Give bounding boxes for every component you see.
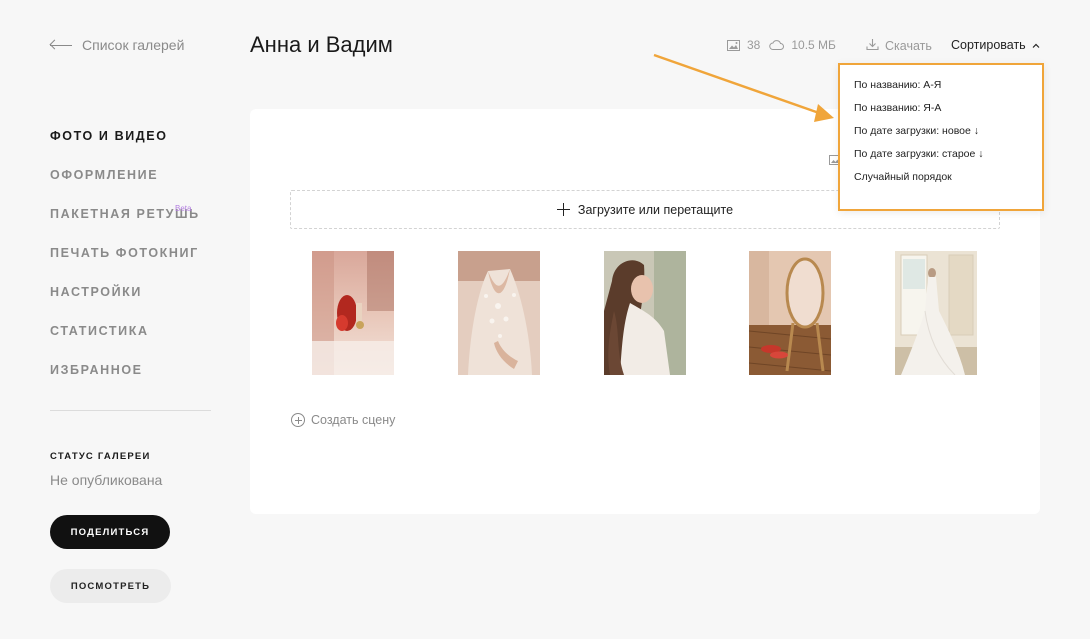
sidebar-item-label: НАСТРОЙКИ [50,285,142,299]
sort-option-random[interactable]: Случайный порядок [854,170,1042,193]
back-to-galleries-link[interactable]: Список галерей [50,37,184,53]
sort-option-date-oldest[interactable]: По дате загрузки: старое ↓ [854,147,1042,170]
photo-thumbnail[interactable] [604,251,686,375]
view-button[interactable]: ПОСМОТРЕТЬ [50,569,171,603]
download-label: Скачать [885,39,932,53]
share-button[interactable]: ПОДЕЛИТЬСЯ [50,515,170,549]
plus-icon [556,203,570,216]
create-scene-label: Создать сцену [311,413,396,427]
beta-badge: Beta [175,204,192,213]
photo-thumbnail[interactable] [895,251,977,375]
sidebar-item-label: СТАТИСТИКА [50,324,149,338]
sidebar-item-label: ОФОРМЛЕНИЕ [50,168,159,182]
sidebar-item-design[interactable]: ОФОРМЛЕНИЕ [50,168,220,207]
sidebar-item-batch-retouch[interactable]: ПАКЕТНАЯ РЕТУШЬ Beta [50,204,220,246]
download-icon [866,38,879,54]
gallery-status-label: СТАТУС ГАЛЕРЕИ [50,451,151,462]
image-icon [727,39,740,51]
sort-option-date-newest[interactable]: По дате загрузки: новое ↓ [854,124,1042,147]
sidebar-item-favorites[interactable]: ИЗБРАННОЕ [50,363,220,402]
gallery-size: 10.5 МБ [791,38,836,52]
create-scene-button[interactable]: Создать сцену [291,413,395,427]
sidebar-divider [50,410,211,411]
sidebar-item-statistics[interactable]: СТАТИСТИКА [50,324,220,363]
sort-label: Сортировать [951,38,1026,52]
photo-bride-window [895,251,977,375]
chevron-up-icon [1032,38,1040,52]
photo-thumbnail[interactable] [312,251,394,375]
photo-bride-portrait [604,251,686,375]
gallery-status-value: Не опубликована [50,472,163,488]
sidebar-item-settings[interactable]: НАСТРОЙКИ [50,285,220,324]
sidebar-item-photos-videos[interactable]: ФОТО И ВИДЕО [50,129,220,168]
photo-shoes-table [312,251,394,375]
back-link-label: Список галерей [82,37,185,53]
sidebar-nav: ФОТО И ВИДЕО ОФОРМЛЕНИЕ ПАКЕТНАЯ РЕТУШЬ B… [50,129,220,402]
photo-mirror-shoes [749,251,831,375]
sort-dropdown-toggle[interactable]: Сортировать [951,38,1040,52]
upload-label: Загрузите или перетащите [577,202,734,217]
sidebar-item-label: ФОТО И ВИДЕО [50,129,168,143]
sidebar-item-label: ИЗБРАННОЕ [50,363,143,377]
photo-dress-back [458,251,540,375]
arrow-left-icon [50,40,72,50]
sidebar-item-photobook-print[interactable]: ПЕЧАТЬ ФОТОКНИГ [50,246,220,285]
sidebar-item-label: ПЕЧАТЬ ФОТОКНИГ [50,246,199,260]
download-button[interactable]: Скачать [866,38,932,54]
cloud-icon [769,40,785,50]
gallery-stats: 38 10.5 МБ [727,38,845,52]
circle-plus-icon [291,413,305,427]
photo-thumbnail[interactable] [458,251,540,375]
page-title: Анна и Вадим [250,32,393,57]
photo-thumbnail[interactable] [749,251,831,375]
sort-option-name-asc[interactable]: По названию: А-Я [854,78,1042,101]
sort-option-name-desc[interactable]: По названию: Я-А [854,101,1042,124]
sort-menu: По названию: А-Я По названию: Я-А По дат… [838,63,1044,211]
photo-count: 38 [747,38,761,52]
